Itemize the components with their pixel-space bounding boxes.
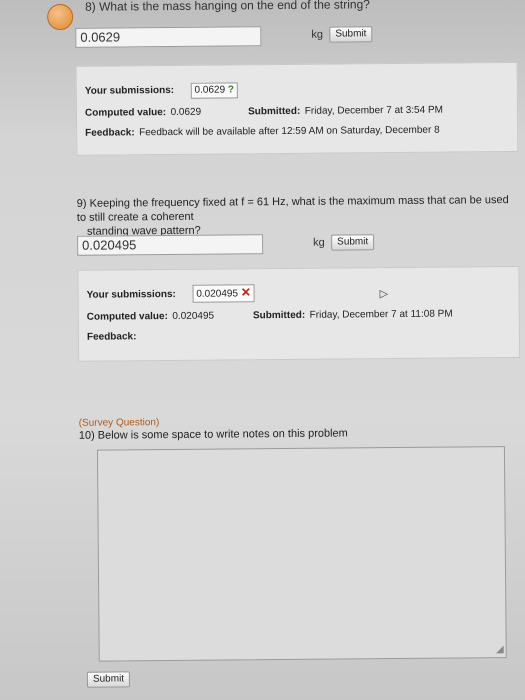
question-8-computed-label: Computed value: [84, 107, 167, 119]
question-8-feedback-text: Feedback will be available after 12:59 A… [139, 124, 440, 139]
question-9-computed-row: Computed value: 0.020495 Submitted: Frid… [87, 304, 453, 325]
question-8-answer-row: 0.0629 kg Submit [75, 24, 515, 48]
question-9-submitted-answer: 0.020495 ✕ [192, 284, 255, 303]
question-8-submissions-row: Your submissions: 0.0629 ? [84, 79, 239, 99]
homework-page: 8) What is the mass hanging on the end o… [47, 0, 525, 690]
question-8-submissions-panel: Your submissions: 0.0629 ? Computed valu… [75, 61, 519, 156]
question-8-submissions-label: Your submissions: [84, 84, 175, 97]
question-9-submissions-label: Your submissions: [86, 288, 176, 301]
question-9-feedback-label: Feedback: [86, 331, 137, 343]
question-9-submitted-answer-value: 0.020495 [196, 288, 239, 300]
mouse-cursor-icon: ▷ [379, 288, 389, 301]
question-9-submitted-time: Friday, December 7 at 11:08 PM [309, 308, 453, 321]
question-9-submissions-row: Your submissions: 0.020495 ✕ [86, 283, 255, 303]
question-9-unit: kg [313, 236, 325, 249]
question-8-submitted-label: Submitted: [248, 105, 301, 118]
question-8-unit: kg [311, 28, 323, 41]
question-9-computed-value: 0.020495 [172, 310, 215, 322]
question-9-line-1: 9) Keeping the frequency fixed at f = 61… [76, 194, 509, 224]
question-status-icon [47, 3, 74, 31]
question-8-answer-input[interactable]: 0.0629 [75, 26, 262, 48]
question-9-submitted-label: Submitted: [252, 309, 306, 322]
question-10-submit-button[interactable]: Submit [86, 671, 131, 688]
question-8-computed-row: Computed value: 0.0629 Submitted: Friday… [85, 100, 443, 121]
question-9-answer-input[interactable]: 0.020495 [77, 234, 264, 256]
question-9-answer-row: 0.020495 kg Submit [77, 232, 517, 256]
survey-question-label: (Survey Question) [78, 417, 160, 429]
question-9-feedback-row: Feedback: [87, 326, 137, 344]
question-9-submit-button[interactable]: Submit [331, 234, 375, 251]
question-8-submitted-answer-value: 0.0629 [194, 84, 226, 96]
question-10-text: 10) Below is some space to write notes o… [78, 427, 348, 442]
question-8-submitted-answer: 0.0629 ? [190, 82, 239, 99]
question-8-feedback-row: Feedback: Feedback will be available aft… [85, 120, 440, 141]
question-9-submissions-panel: Your submissions: 0.020495 ✕ Computed va… [77, 265, 521, 362]
question-9-computed-label: Computed value: [86, 311, 168, 323]
question-8-submitted-time: Friday, December 7 at 3:54 PM [304, 104, 443, 117]
question-8-submit-button[interactable]: Submit [329, 26, 373, 43]
resize-grip-icon[interactable]: ◢ [496, 644, 504, 655]
notes-textarea[interactable]: ◢ [96, 446, 507, 662]
check-icon: ? [227, 84, 235, 96]
cross-icon: ✕ [240, 285, 251, 300]
photo-stage: 8) What is the mass hanging on the end o… [0, 0, 525, 700]
question-8-title: 8) What is the mass hanging on the end o… [84, 0, 370, 14]
question-8-feedback-label: Feedback: [85, 127, 135, 139]
question-8-computed-value: 0.0629 [170, 106, 202, 118]
